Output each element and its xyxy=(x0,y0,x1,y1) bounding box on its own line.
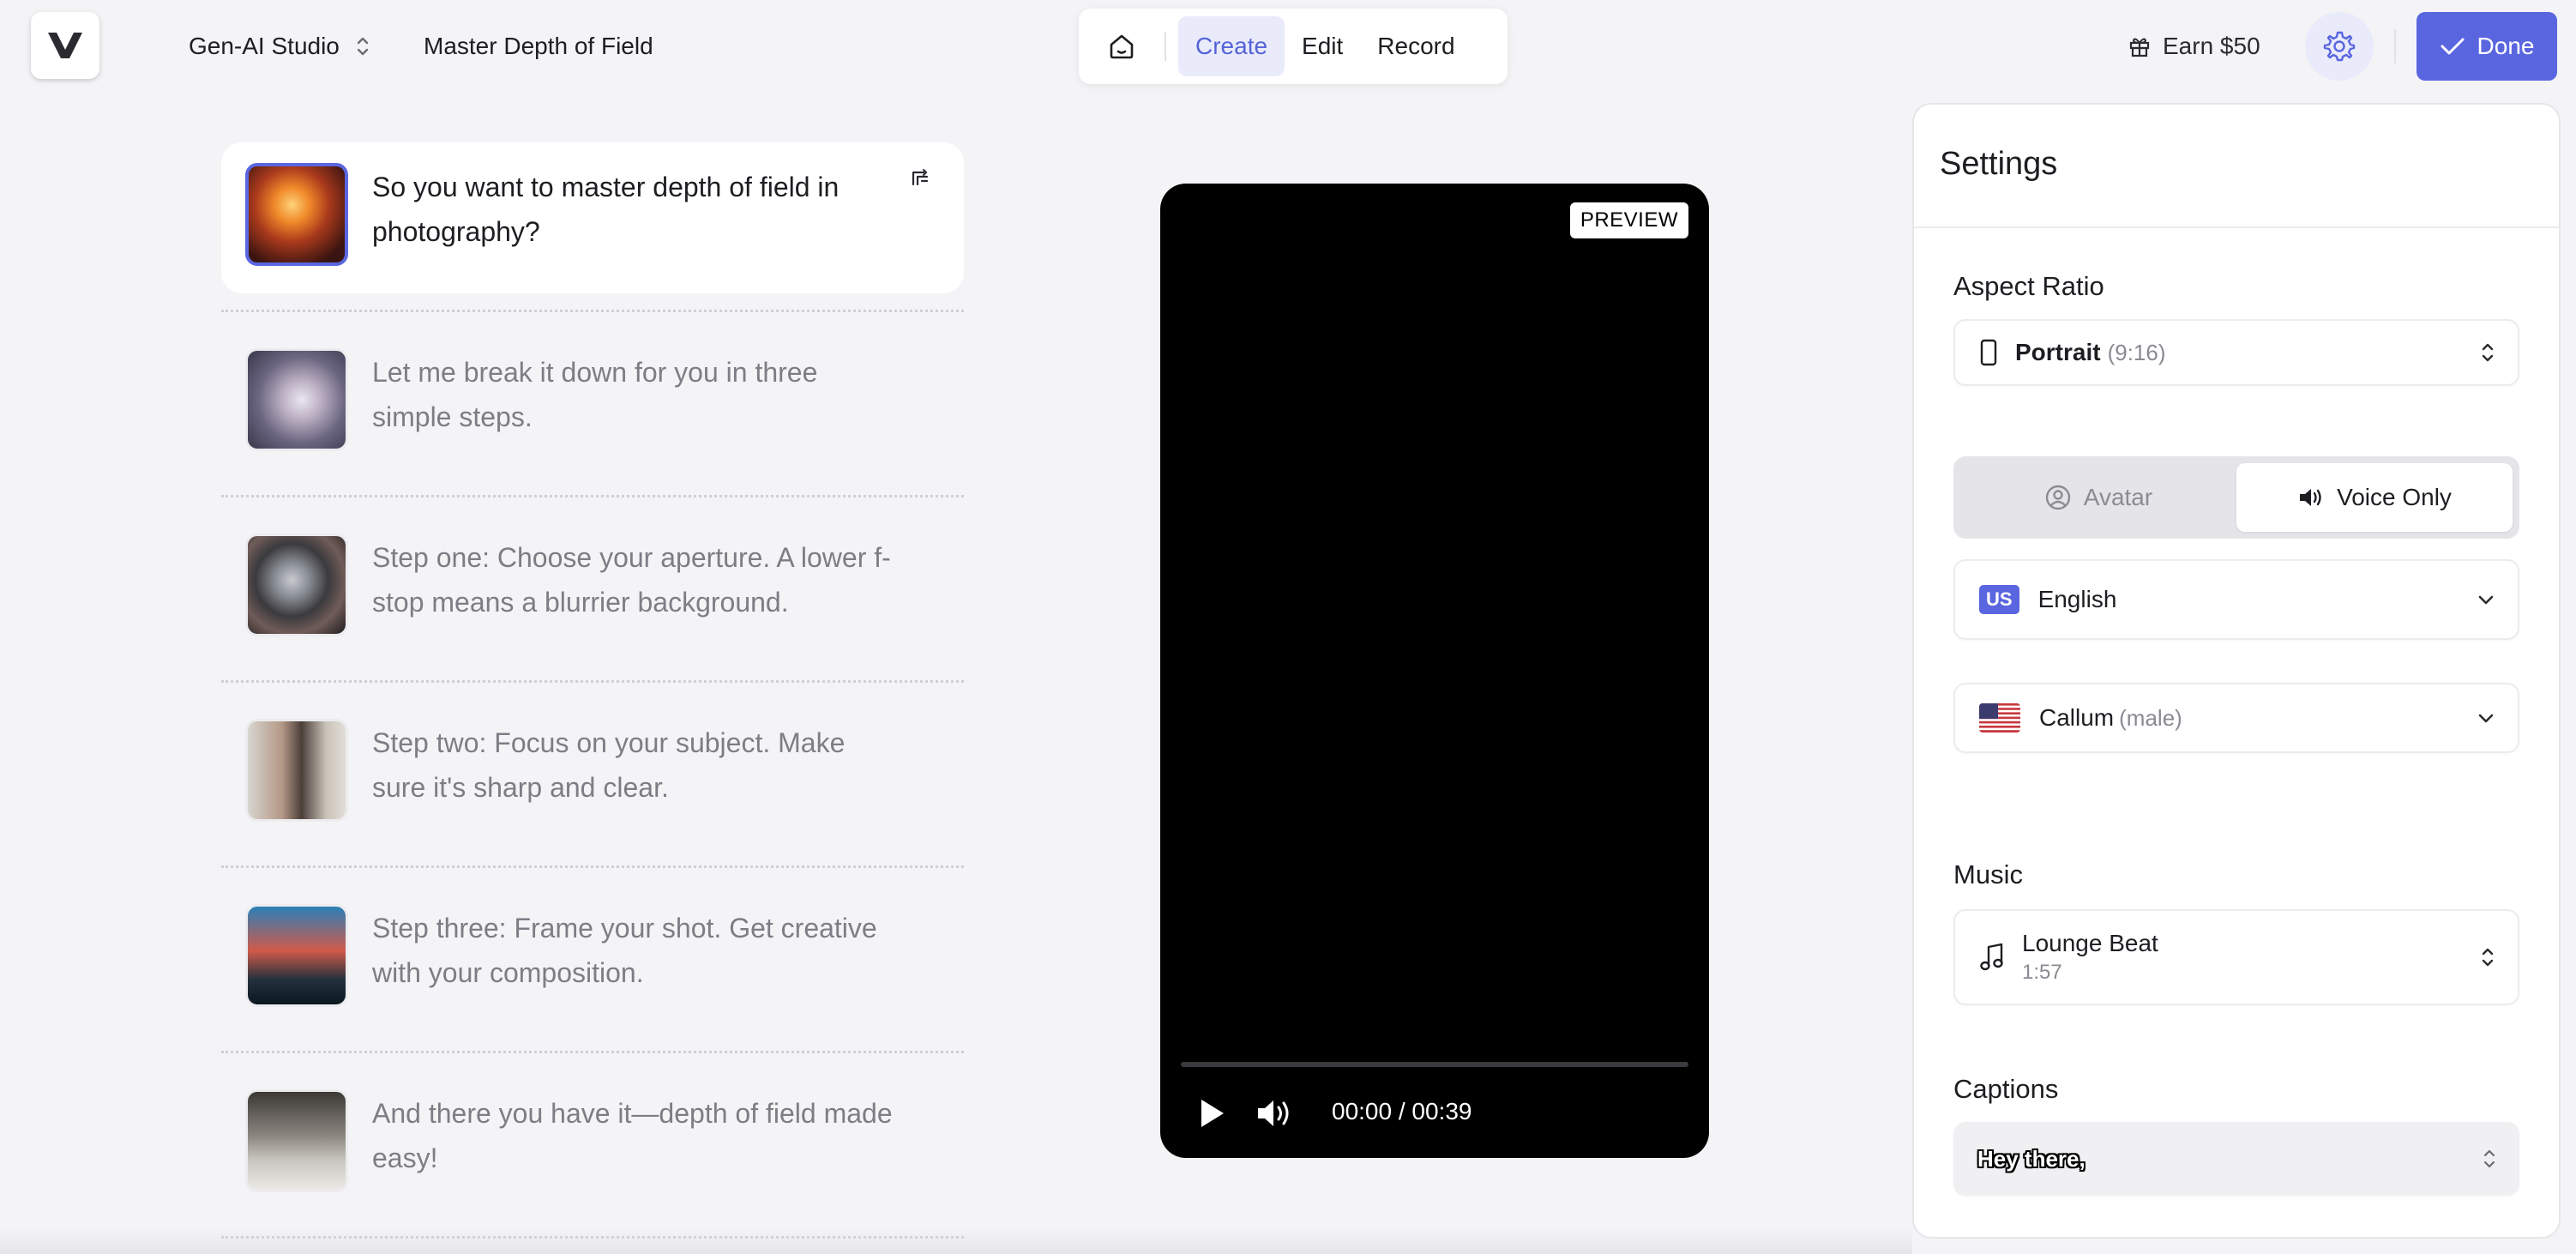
speaker-icon xyxy=(2300,489,2321,506)
scene-options-icon[interactable] xyxy=(909,166,931,189)
avatar-option-label: Avatar xyxy=(2083,484,2153,510)
scene-thumbnail[interactable] xyxy=(245,348,348,451)
scene-script-text[interactable]: Step two: Focus on your subject. Make su… xyxy=(372,720,904,810)
caption-style-sample: Hey there, xyxy=(1977,1145,2085,1172)
aspect-ratio-detail: (9:16) xyxy=(2107,339,2166,365)
scene-list: So you want to master depth of field in … xyxy=(221,142,964,1254)
scene-thumbnail[interactable] xyxy=(245,1089,348,1192)
avatar-option[interactable]: Avatar xyxy=(1960,463,2236,532)
earn-referral-link[interactable]: Earn $50 xyxy=(2128,27,2260,65)
app-logo[interactable] xyxy=(31,12,99,79)
nav-divider xyxy=(1165,32,1166,61)
chevron-up-down-icon xyxy=(2482,343,2494,362)
settings-title: Settings xyxy=(1914,105,2559,228)
scene-item[interactable]: Step two: Focus on your subject. Make su… xyxy=(221,698,964,849)
tab-edit[interactable]: Edit xyxy=(1285,16,1360,76)
captions-style-select[interactable]: Hey there, xyxy=(1953,1122,2519,1196)
captions-title: Captions xyxy=(1953,1074,2059,1104)
scene-divider xyxy=(221,293,964,328)
music-track-name: Lounge Beat xyxy=(2022,930,2158,956)
done-button[interactable]: Done xyxy=(2417,12,2557,81)
scene-item[interactable]: So you want to master depth of field in … xyxy=(221,142,964,293)
v-logo-icon xyxy=(48,33,82,58)
voice-select[interactable]: Callum (male) xyxy=(1953,683,2519,753)
scene-script-text[interactable]: And there you have it—depth of field mad… xyxy=(372,1091,904,1180)
gear-icon xyxy=(2323,31,2356,62)
aspect-ratio-title: Aspect Ratio xyxy=(1953,271,2104,301)
chevron-down-icon xyxy=(2478,595,2494,605)
scene-script-text[interactable]: Step one: Choose your aperture. A lower … xyxy=(372,535,904,624)
us-flag-icon xyxy=(1979,703,2020,733)
settings-panel: Settings Aspect Ratio Portrait (9:16) Av… xyxy=(1912,103,2561,1239)
scene-item[interactable]: Step three: Frame your shot. Get creativ… xyxy=(221,883,964,1034)
done-label: Done xyxy=(2477,33,2535,59)
voice-name: Callum xyxy=(2039,704,2115,731)
preview-badge: PREVIEW xyxy=(1569,202,1688,238)
playback-time: 00:00 / 00:39 xyxy=(1332,1098,1472,1124)
project-title[interactable]: Master Depth of Field xyxy=(424,29,653,63)
scene-item[interactable]: And there you have it—depth of field mad… xyxy=(221,1069,964,1220)
gift-icon xyxy=(2129,38,2150,57)
avatar-voice-toggle: Avatar Voice Only xyxy=(1953,456,2519,539)
aspect-ratio-value: Portrait xyxy=(2015,339,2101,365)
top-navigation: Create Edit Record xyxy=(1079,9,1508,84)
scene-thumbnail[interactable] xyxy=(245,163,348,266)
scene-script-text[interactable]: So you want to master depth of field in … xyxy=(372,165,904,254)
settings-toggle-button[interactable] xyxy=(2305,12,2374,81)
tab-create[interactable]: Create xyxy=(1178,16,1285,76)
scene-script-text[interactable]: Step three: Frame your shot. Get creativ… xyxy=(372,906,904,995)
home-button[interactable] xyxy=(1091,15,1153,77)
workspace-selector[interactable]: Gen-AI Studio xyxy=(189,29,370,63)
scene-script-text[interactable]: Let me break it down for you in three si… xyxy=(372,350,904,439)
chevron-up-down-icon xyxy=(2482,948,2494,967)
language-select[interactable]: US English xyxy=(1953,559,2519,640)
phone-icon xyxy=(1980,339,1997,366)
scene-divider xyxy=(221,479,964,513)
scene-divider xyxy=(221,849,964,883)
language-badge: US xyxy=(1979,585,2019,614)
scene-divider xyxy=(221,1034,964,1069)
video-preview[interactable]: PREVIEW 00:00 / 00:39 xyxy=(1160,184,1709,1158)
scene-item[interactable]: Let me break it down for you in three si… xyxy=(221,328,964,479)
scene-thumbnail[interactable] xyxy=(245,904,348,1007)
voice-detail: (male) xyxy=(2119,704,2182,731)
workspace-name: Gen-AI Studio xyxy=(189,33,340,59)
earn-label: Earn $50 xyxy=(2163,33,2260,59)
language-value: English xyxy=(2037,586,2117,612)
scene-divider xyxy=(221,664,964,698)
header-divider xyxy=(2394,29,2396,63)
chevron-up-down-icon xyxy=(2483,1149,2495,1168)
music-select[interactable]: Lounge Beat 1:57 xyxy=(1953,909,2519,1005)
aspect-ratio-select[interactable]: Portrait (9:16) xyxy=(1953,319,2519,386)
voice-only-option-label: Voice Only xyxy=(2337,484,2452,510)
scene-thumbnail[interactable] xyxy=(245,719,348,822)
user-circle-icon xyxy=(2045,485,2070,510)
play-icon[interactable] xyxy=(1195,1094,1229,1132)
scene-item[interactable]: Step one: Choose your aperture. A lower … xyxy=(221,513,964,664)
home-icon xyxy=(1110,34,1134,59)
chevron-down-icon xyxy=(2478,714,2494,723)
volume-icon[interactable] xyxy=(1255,1094,1297,1132)
chevron-up-down-icon xyxy=(357,37,369,56)
check-icon xyxy=(2441,38,2465,55)
music-track-duration: 1:57 xyxy=(2022,961,2062,984)
scene-thumbnail[interactable] xyxy=(245,534,348,636)
voice-only-option[interactable]: Voice Only xyxy=(2236,463,2513,532)
playback-progress-bar[interactable] xyxy=(1181,1062,1688,1067)
tab-record[interactable]: Record xyxy=(1360,16,1472,76)
scroll-fade xyxy=(0,1228,1912,1254)
music-note-icon xyxy=(1980,943,2003,971)
music-title: Music xyxy=(1953,859,2023,889)
